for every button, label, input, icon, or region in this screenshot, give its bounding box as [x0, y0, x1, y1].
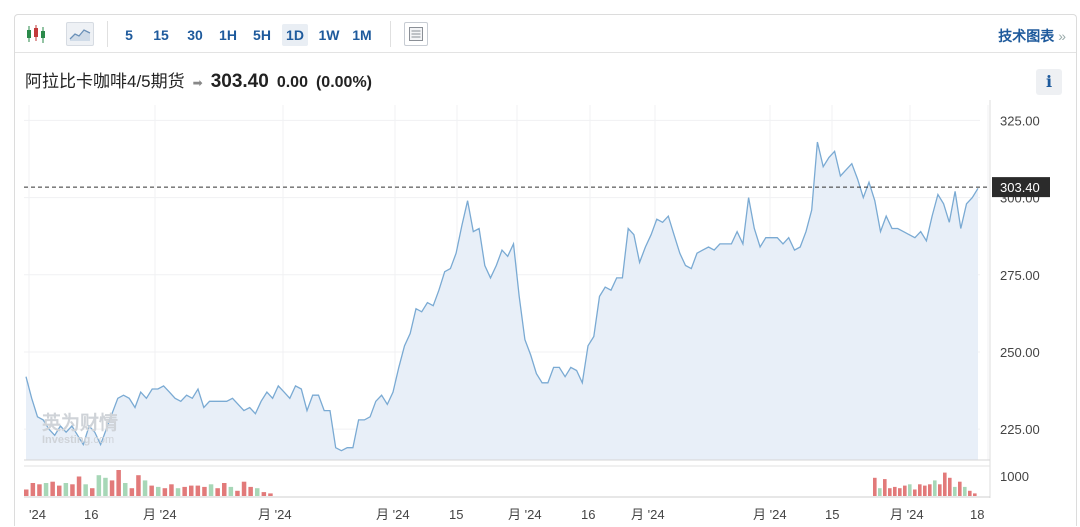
- x-tick-label-11: 月 '24: [890, 507, 924, 522]
- volume-bar: [222, 483, 227, 496]
- volume-bar: [918, 484, 922, 496]
- x-tick-label-4: 月 '24: [376, 507, 410, 522]
- x-tick-label-2: 月 '24: [143, 507, 177, 522]
- volume-bar: [202, 486, 207, 496]
- watermark-cn: 英为财情: [42, 411, 118, 434]
- volume-bar: [43, 483, 49, 496]
- current-price-tag-label: 303.40: [1000, 180, 1040, 195]
- volume-bar: [109, 480, 115, 496]
- volume-bar: [873, 477, 877, 496]
- volume-bar: [948, 477, 952, 496]
- volume-bar: [893, 486, 897, 496]
- volume-bar: [261, 492, 267, 496]
- volume-bar: [156, 486, 161, 496]
- volume-bar: [953, 486, 957, 496]
- volume-bar: [195, 485, 201, 496]
- volume-bar: [136, 475, 141, 496]
- volume-bar: [83, 484, 88, 496]
- volume-bar: [958, 481, 962, 496]
- volume-bar: [208, 484, 214, 496]
- x-tick-label-1: 16: [84, 507, 98, 522]
- volume-bar: [169, 484, 174, 496]
- volume-bar: [63, 483, 69, 496]
- volume-bar: [963, 486, 967, 496]
- y-tick-label-2: 275.00: [1000, 268, 1040, 283]
- volume-bar: [938, 484, 942, 496]
- y-tick-label-4: 225.00: [1000, 422, 1040, 437]
- volume-bar: [903, 485, 907, 496]
- volume-bar: [883, 479, 887, 496]
- volume-bar: [142, 480, 148, 496]
- x-tick-label-6: 月 '24: [508, 507, 542, 522]
- volume-bar: [30, 483, 36, 496]
- volume-bar: [933, 480, 937, 496]
- y-tick-label-0: 325.00: [1000, 113, 1040, 128]
- current-price-tag: 303.40: [992, 177, 1050, 198]
- volume-bar: [888, 488, 892, 496]
- volume-bar: [175, 488, 181, 496]
- investing-watermark: 英为财情 Investing.com: [42, 411, 118, 446]
- x-axis: '24 16 月 '24 月 '24 月 '24 15 月 '24 16 月 '24 月 '24 1…: [29, 507, 984, 522]
- watermark-en: Investing.com: [42, 434, 114, 446]
- x-tick-label-8: 月 '24: [631, 507, 665, 522]
- volume-bar: [913, 489, 917, 496]
- volume-bar: [928, 484, 932, 496]
- x-tick-label-7: 16: [581, 507, 595, 522]
- volume-bar: [943, 472, 947, 496]
- price-chart[interactable]: 325.00300.00275.00250.00225.00 303.40 英为…: [0, 0, 1080, 527]
- volume-bar: [57, 485, 62, 496]
- volume-bar: [248, 486, 253, 496]
- volume-bar: [103, 477, 108, 496]
- x-tick-label-12: 18: [970, 507, 984, 522]
- volume-bar: [973, 493, 977, 496]
- volume-bar: [898, 488, 902, 496]
- watermark-en-b: .com: [90, 434, 114, 446]
- x-tick-label-10: 15: [825, 507, 839, 522]
- volume-bar: [228, 486, 234, 496]
- volume-bar: [182, 486, 187, 496]
- volume-tick-label: 1000: [1000, 469, 1029, 484]
- volume-bar: [968, 490, 972, 496]
- volume-bar: [255, 488, 260, 496]
- volume-bars: [24, 470, 977, 496]
- x-tick-label-3: 月 '24: [258, 507, 292, 522]
- volume-bar: [129, 488, 135, 496]
- x-tick-label-0: '24: [29, 507, 46, 522]
- volume-bar: [241, 481, 247, 496]
- volume-bar: [116, 470, 121, 496]
- watermark-en-a: Investing: [42, 434, 90, 446]
- y-tick-label-3: 250.00: [1000, 345, 1040, 360]
- volume-bar: [70, 484, 75, 496]
- volume-bar: [24, 489, 29, 496]
- volume-bar: [878, 488, 882, 496]
- volume-bar: [90, 488, 95, 496]
- volume-bar: [76, 476, 82, 496]
- volume-bar: [162, 488, 168, 496]
- volume-bar: [268, 493, 273, 496]
- volume-bar: [50, 481, 55, 496]
- x-tick-label-5: 15: [449, 507, 463, 522]
- volume-bar: [123, 483, 128, 496]
- volume-bar: [189, 485, 194, 496]
- volume-bar: [235, 490, 240, 496]
- volume-bar: [908, 484, 912, 496]
- volume-bar: [923, 485, 927, 496]
- x-tick-label-9: 月 '24: [753, 507, 787, 522]
- volume-bar: [215, 488, 220, 496]
- volume-bar: [37, 484, 42, 496]
- volume-bar: [149, 485, 154, 496]
- price-area-fill: [26, 142, 978, 460]
- volume-bar: [96, 475, 102, 496]
- y-axis: 325.00300.00275.00250.00225.00: [1000, 113, 1040, 437]
